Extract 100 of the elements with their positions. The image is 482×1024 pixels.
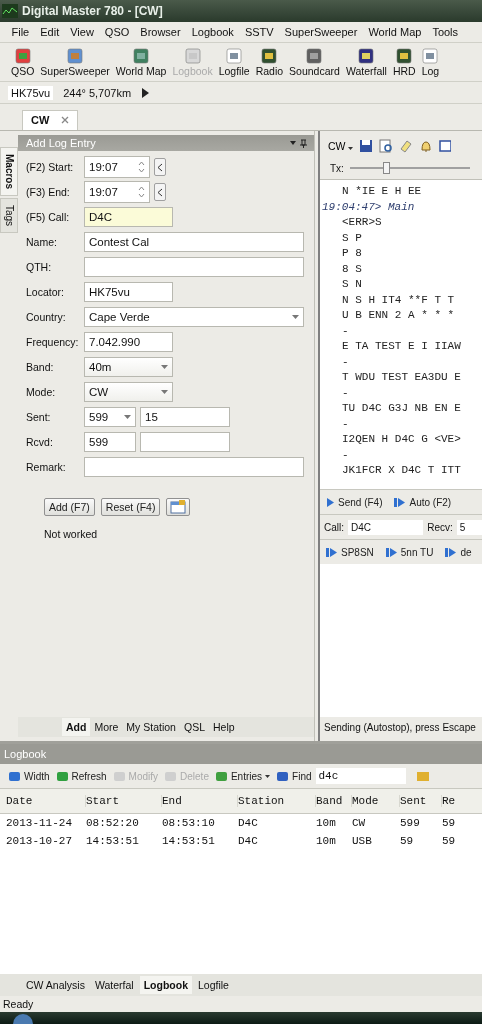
table-cell-text: USB (352, 835, 373, 847)
toolbar-button[interactable]: QSO (8, 47, 38, 77)
toolbar-button[interactable]: Soundcard (286, 47, 343, 77)
field-label: (F3) End: (26, 186, 71, 198)
close-icon[interactable] (61, 116, 70, 124)
menu-item[interactable]: QSO (99, 26, 135, 38)
tab[interactable]: Logfile (194, 976, 233, 994)
find-field[interactable]: d4c (315, 768, 406, 784)
panel-title: Add Log Entry (26, 137, 96, 149)
toolbar-button[interactable]: Entries (212, 768, 273, 784)
options-button[interactable] (166, 498, 191, 516)
input-field[interactable]: 7.042.990 (84, 332, 173, 352)
locator-text: HK75vu (8, 85, 54, 100)
mode-dropdown[interactable]: CW (328, 140, 354, 152)
input-field[interactable]: HK75vu (84, 282, 173, 302)
menu-item[interactable]: View (64, 26, 100, 38)
toolbar-button[interactable]: Send (F4) (324, 495, 385, 509)
tab[interactable]: More (90, 718, 123, 736)
side-tab[interactable]: Macros (0, 147, 18, 196)
toolbar-button[interactable]: Auto (F2) (392, 495, 454, 509)
toolbar-button[interactable]: Waterfall (342, 47, 390, 77)
input-field[interactable]: 15 (140, 407, 230, 427)
tab[interactable]: Add (62, 718, 91, 736)
column-header[interactable]: Re (442, 795, 482, 807)
skip-icon (385, 546, 398, 558)
menu-item[interactable]: Logbook (186, 26, 240, 38)
column-header[interactable]: Sent (400, 795, 442, 807)
dropdown-field[interactable]: CW (84, 382, 173, 402)
column-header[interactable]: Station (238, 795, 316, 807)
menu-item[interactable]: SuperSweeper (279, 26, 363, 38)
tab[interactable]: My Station (122, 718, 180, 736)
recv-label: Recv: (427, 521, 453, 533)
preview-icon[interactable] (379, 139, 394, 153)
input-field[interactable]: 599 (84, 432, 136, 452)
terminal-line: S N (341, 277, 363, 292)
start-orb-icon[interactable] (12, 1012, 34, 1024)
toolbar-button[interactable]: World Map (112, 47, 170, 77)
table-cell-text: 59 (442, 835, 457, 847)
spinner-arrows-icon[interactable] (138, 185, 145, 199)
table-cell-text: D4C (238, 817, 259, 829)
macro-button[interactable]: SP8SN (324, 545, 376, 559)
menu-item[interactable]: Tools (426, 26, 464, 38)
spinner-arrows-icon[interactable] (138, 160, 145, 174)
toolbar-button[interactable]: Find (274, 768, 314, 784)
menu-item[interactable]: Edit (34, 26, 65, 38)
recv-field[interactable]: 5 (456, 519, 482, 535)
play-icon[interactable] (141, 87, 150, 98)
column-header[interactable]: End (162, 795, 238, 807)
tab[interactable]: Waterfal (90, 976, 138, 994)
pin-icon[interactable] (290, 138, 308, 148)
tab[interactable]: QSL (179, 718, 209, 736)
side-tab[interactable]: Tags (0, 198, 18, 234)
column-header[interactable]: Mode (352, 795, 400, 807)
tx-label: Tx: (330, 162, 344, 174)
table-cell-text: 10m (316, 817, 337, 829)
window-icon[interactable] (439, 139, 452, 153)
column-header[interactable]: Band (316, 795, 352, 807)
input-field[interactable]: Contest Cal (84, 232, 304, 252)
input-field[interactable] (84, 457, 304, 477)
tab[interactable]: Logbook (139, 976, 192, 994)
copy-time-button[interactable] (154, 158, 166, 176)
field-label: Remark: (26, 461, 67, 473)
field-label: Name: (26, 236, 58, 248)
tab[interactable]: Help (209, 718, 239, 736)
form-button[interactable]: Add (F7) (44, 498, 95, 516)
table-cell-text: 10m (316, 835, 337, 847)
column-header[interactable]: Start (86, 795, 162, 807)
dropdown-field[interactable]: 599 (84, 407, 136, 427)
input-field[interactable] (84, 257, 304, 277)
toolbar-button[interactable]: Radio (252, 47, 287, 77)
bell-icon[interactable] (419, 139, 434, 153)
toolbar-button[interactable]: Log (418, 47, 443, 77)
toolbar-button[interactable]: SuperSweeper (37, 47, 113, 77)
toolbar-button[interactable]: Width (6, 768, 52, 784)
menu-item[interactable]: Browser (134, 26, 187, 38)
menu-item[interactable]: SSTV (239, 26, 280, 38)
tab[interactable]: CW Analysis (22, 976, 89, 994)
time-spinner[interactable]: 19:07 (84, 181, 150, 203)
slider-thumb[interactable] (382, 162, 390, 174)
copy-time-button[interactable] (154, 183, 166, 201)
toolbar-button[interactable]: Refresh (53, 768, 109, 784)
save-icon[interactable] (359, 139, 374, 153)
document-tab[interactable]: CW (22, 110, 79, 130)
form-button[interactable]: Reset (F4) (100, 498, 161, 516)
column-header[interactable]: Date (6, 795, 86, 807)
menu-item[interactable]: File (6, 26, 35, 38)
macro-button[interactable]: de (443, 545, 474, 559)
chevron-left-icon (157, 187, 163, 197)
dropdown-field[interactable]: 40m (84, 357, 173, 377)
toolbar-button[interactable]: Logfile (215, 47, 253, 77)
menu-item[interactable]: World Map (362, 26, 427, 38)
status-text: Not worked (43, 527, 99, 540)
macro-button[interactable]: 5nn TU (383, 545, 436, 559)
time-spinner[interactable]: 19:07 (84, 156, 150, 178)
toolbar-button[interactable]: HRD (389, 47, 419, 77)
input-field[interactable] (140, 432, 230, 452)
input-field[interactable]: D4C (84, 207, 173, 227)
call-field[interactable]: D4C (348, 519, 424, 535)
eraser-icon[interactable] (399, 139, 414, 153)
dropdown-field[interactable]: Cape Verde (84, 307, 304, 327)
